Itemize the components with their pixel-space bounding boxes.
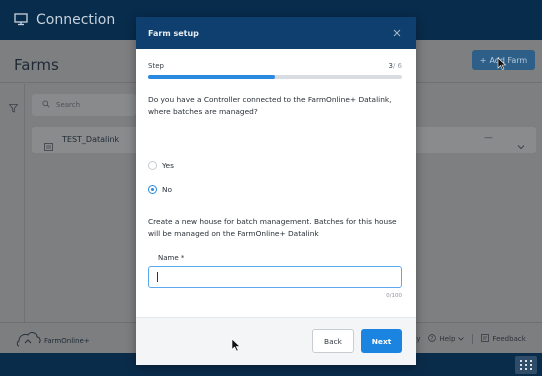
filter-icon[interactable]: [8, 98, 19, 117]
separator: [472, 334, 474, 344]
feedback-icon: [481, 334, 490, 344]
radio-button[interactable]: [148, 185, 157, 194]
help-icon: ?: [428, 334, 437, 344]
step-label: Step: [148, 62, 164, 70]
text-caret: [157, 272, 158, 282]
footer-links: ey ? Help Feedback: [412, 334, 526, 344]
mouse-cursor-icon: [231, 337, 241, 356]
feedback-label: Feedback: [492, 335, 526, 343]
radio-button[interactable]: [148, 161, 157, 170]
plus-icon: +: [479, 55, 487, 65]
search-placeholder: Search: [56, 101, 81, 109]
app-title: Connection: [36, 12, 116, 28]
radio-yes-label: Yes: [162, 161, 174, 170]
brand-name: FarmOnline+: [44, 337, 90, 345]
page-title: Farms: [14, 56, 59, 74]
farm-name: TEST_Datalink: [62, 135, 120, 144]
help-link[interactable]: ? Help: [428, 334, 465, 344]
next-button[interactable]: Next: [361, 329, 402, 353]
feedback-link[interactable]: Feedback: [481, 334, 526, 344]
farm-setup-dialog: Farm setup Step 3/ 6 Do you have a Contr…: [136, 17, 416, 365]
chevron-down-icon[interactable]: [517, 135, 525, 154]
step-counter: 3/ 6: [388, 62, 402, 70]
dialog-body: Step 3/ 6 Do you have a Controller conne…: [136, 49, 416, 317]
divider: [24, 84, 25, 324]
add-farm-label: Add Farm: [489, 55, 528, 65]
farm-card-icon: [44, 136, 53, 155]
radio-no-label: No: [162, 185, 173, 194]
dialog-header: Farm setup: [136, 17, 416, 49]
farm-status: —: [484, 133, 493, 143]
chevron-down-icon: [458, 335, 465, 343]
back-button[interactable]: Back: [312, 329, 354, 353]
close-icon[interactable]: [390, 26, 404, 40]
radio-yes[interactable]: Yes: [148, 161, 174, 170]
help-label: Help: [439, 335, 456, 343]
house-description: Create a new house for batch management.…: [148, 217, 397, 238]
dialog-title: Farm setup: [148, 28, 199, 38]
brand: FarmOnline+: [16, 330, 90, 352]
search-icon: [42, 100, 50, 110]
farmonline-logo-icon: [16, 330, 42, 352]
monitor-icon: [14, 11, 28, 30]
search-input[interactable]: Search: [32, 94, 136, 116]
controller-question: Do you have a Controller connected to th…: [148, 95, 392, 116]
step-total: / 6: [392, 62, 402, 70]
grid-icon[interactable]: [515, 356, 537, 374]
step-progress-fill: [148, 75, 275, 79]
char-counter: 0/100: [386, 293, 402, 299]
radio-no[interactable]: No: [148, 185, 172, 194]
svg-text:?: ?: [431, 336, 434, 342]
name-field-label: Name *: [158, 254, 185, 262]
mouse-cursor-icon: [497, 55, 507, 74]
dialog-footer: Back Next: [136, 317, 416, 365]
name-field[interactable]: [148, 266, 402, 288]
step-progress-bar: [148, 75, 402, 79]
